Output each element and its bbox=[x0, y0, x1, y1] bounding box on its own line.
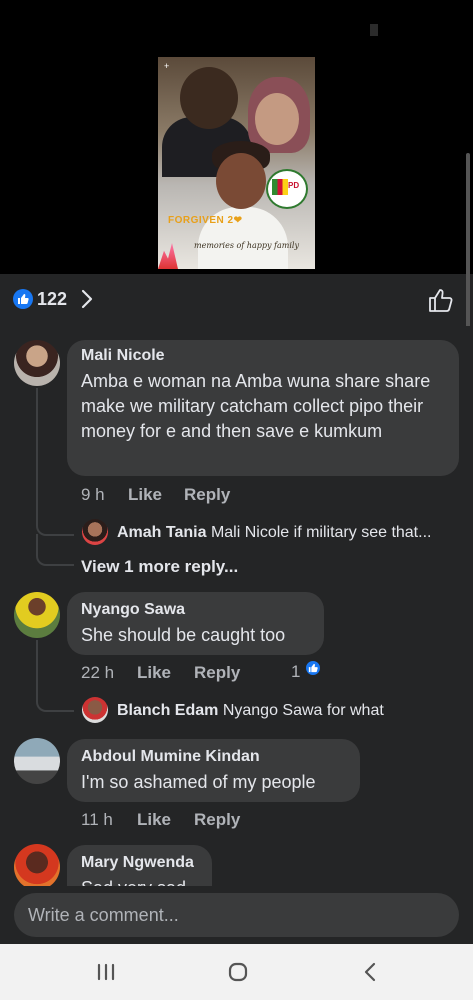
comment-time: 11 h bbox=[81, 810, 113, 829]
status-indicator bbox=[370, 24, 378, 36]
like-icon bbox=[304, 659, 322, 677]
comment-author[interactable]: Abdoul Mumine Kindan bbox=[81, 748, 260, 766]
post-photo[interactable]: PD FORGIVEN 2❤ memories of happy family … bbox=[158, 57, 315, 269]
reply-button[interactable]: Reply bbox=[194, 663, 240, 683]
reply-author[interactable]: Blanch Edam bbox=[117, 702, 218, 719]
photo-caption: memories of happy family bbox=[194, 241, 299, 250]
reply-text: Nyango Sawa for what bbox=[222, 702, 384, 719]
like-button[interactable]: Like bbox=[137, 810, 171, 830]
post-media[interactable]: PD FORGIVEN 2❤ memories of happy family … bbox=[0, 0, 473, 274]
avatar[interactable] bbox=[14, 844, 60, 886]
comment-text: Sad very sad bbox=[81, 876, 186, 886]
reply-preview[interactable]: Amah Tania Mali Nicole if military see t… bbox=[117, 524, 431, 542]
reaction-bar bbox=[0, 274, 473, 326]
comment-input[interactable]: Write a comment... bbox=[14, 893, 459, 937]
avatar[interactable] bbox=[14, 340, 60, 386]
photo-person-man bbox=[180, 67, 238, 129]
thread-line bbox=[36, 534, 74, 566]
reply-button[interactable]: Reply bbox=[194, 810, 240, 830]
reply-preview[interactable]: Blanch Edam Nyango Sawa for what bbox=[117, 702, 384, 720]
flag-icon bbox=[272, 179, 288, 195]
like-button[interactable]: Like bbox=[128, 485, 162, 505]
photo-person-child bbox=[216, 153, 266, 209]
photo-person-woman bbox=[255, 93, 299, 145]
home-icon[interactable] bbox=[218, 956, 258, 988]
comment-input-placeholder: Write a comment... bbox=[28, 905, 179, 925]
thumbs-up-outline-icon[interactable] bbox=[428, 287, 454, 313]
plus-icon: + bbox=[164, 61, 170, 71]
thread-line bbox=[36, 640, 74, 712]
photo-forgiven-text: FORGIVEN 2❤ bbox=[168, 215, 243, 226]
avatar[interactable] bbox=[14, 592, 60, 638]
comment-time: 9 h bbox=[81, 485, 105, 504]
reaction-count[interactable]: 1 bbox=[291, 662, 300, 682]
comment-author[interactable]: Mali Nicole bbox=[81, 347, 165, 365]
system-nav-bar bbox=[0, 944, 473, 1000]
back-icon[interactable] bbox=[350, 956, 390, 988]
comment-time: 22 h bbox=[81, 663, 115, 682]
chevron-right-icon[interactable] bbox=[80, 288, 94, 310]
comments-list: Mali Nicole Amba e woman na Amba wuna sh… bbox=[0, 326, 473, 886]
reply-button[interactable]: Reply bbox=[184, 485, 230, 505]
scrollbar[interactable] bbox=[466, 153, 470, 343]
flame-decoration bbox=[158, 243, 178, 269]
recent-apps-icon[interactable] bbox=[86, 956, 126, 988]
like-button[interactable]: Like bbox=[137, 663, 171, 683]
avatar[interactable] bbox=[82, 697, 108, 723]
thread-line bbox=[36, 388, 74, 536]
comment-text: I'm so ashamed of my people bbox=[81, 772, 316, 792]
reply-author[interactable]: Amah Tania bbox=[117, 524, 207, 541]
like-icon bbox=[13, 289, 33, 309]
avatar[interactable] bbox=[82, 519, 108, 545]
reaction-count[interactable]: 122 bbox=[37, 289, 67, 310]
view-more-replies-link[interactable]: View 1 more reply... bbox=[81, 557, 238, 577]
avatar[interactable] bbox=[14, 738, 60, 784]
comment-author[interactable]: Mary Ngwenda bbox=[81, 854, 194, 872]
comment-author[interactable]: Nyango Sawa bbox=[81, 601, 185, 619]
badge-text: PD bbox=[288, 181, 300, 190]
comment-text: She should be caught too bbox=[81, 625, 286, 645]
reply-text: Mali Nicole if military see that... bbox=[210, 524, 432, 541]
comment-text: Amba e woman na Amba wuna share share ma… bbox=[81, 371, 431, 441]
